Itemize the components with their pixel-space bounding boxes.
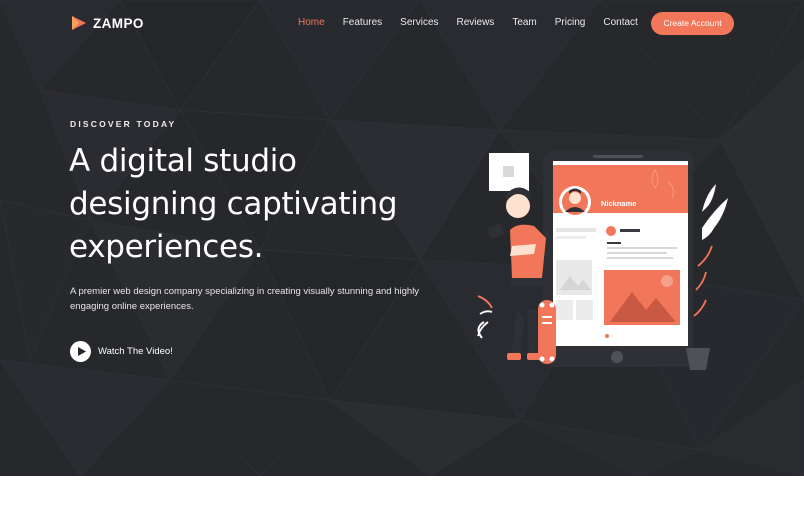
headline-line-3: experiences.: [69, 229, 264, 265]
nav-link-services[interactable]: Services: [400, 17, 438, 28]
nav-link-pricing[interactable]: Pricing: [555, 17, 586, 28]
nav-link-contact[interactable]: Contact: [603, 17, 637, 28]
watch-video-link[interactable]: Watch The Video!: [70, 341, 173, 362]
hero-description: A premier web design company specializin…: [70, 286, 420, 312]
nav-link-team[interactable]: Team: [512, 17, 536, 28]
nav-link-home[interactable]: Home: [298, 17, 325, 28]
create-account-button[interactable]: Create Account: [651, 12, 734, 35]
nav-link-reviews[interactable]: Reviews: [457, 17, 495, 28]
hero-section: ZAMPO Home Features Services Reviews Tea…: [0, 0, 804, 476]
brand-name: ZAMPO: [93, 15, 144, 31]
watch-video-label: Watch The Video!: [98, 346, 173, 357]
hero-eyebrow: DISCOVER TODAY: [70, 119, 177, 129]
brand-logo[interactable]: ZAMPO: [70, 14, 144, 32]
main-nav: Home Features Services Reviews Team Pric…: [298, 17, 656, 28]
headline-line-2: designing captivating: [69, 186, 398, 222]
play-icon: [77, 347, 86, 356]
play-button[interactable]: [70, 341, 91, 362]
nav-link-features[interactable]: Features: [343, 17, 382, 28]
play-triangle-logo-icon: [72, 16, 86, 30]
hero-illustration: [477, 151, 728, 370]
headline-line-1: A digital studio: [69, 143, 297, 179]
profile-nickname: Nickname: [601, 199, 637, 208]
hero-headline: A digital studio designing captivating e…: [69, 140, 449, 269]
